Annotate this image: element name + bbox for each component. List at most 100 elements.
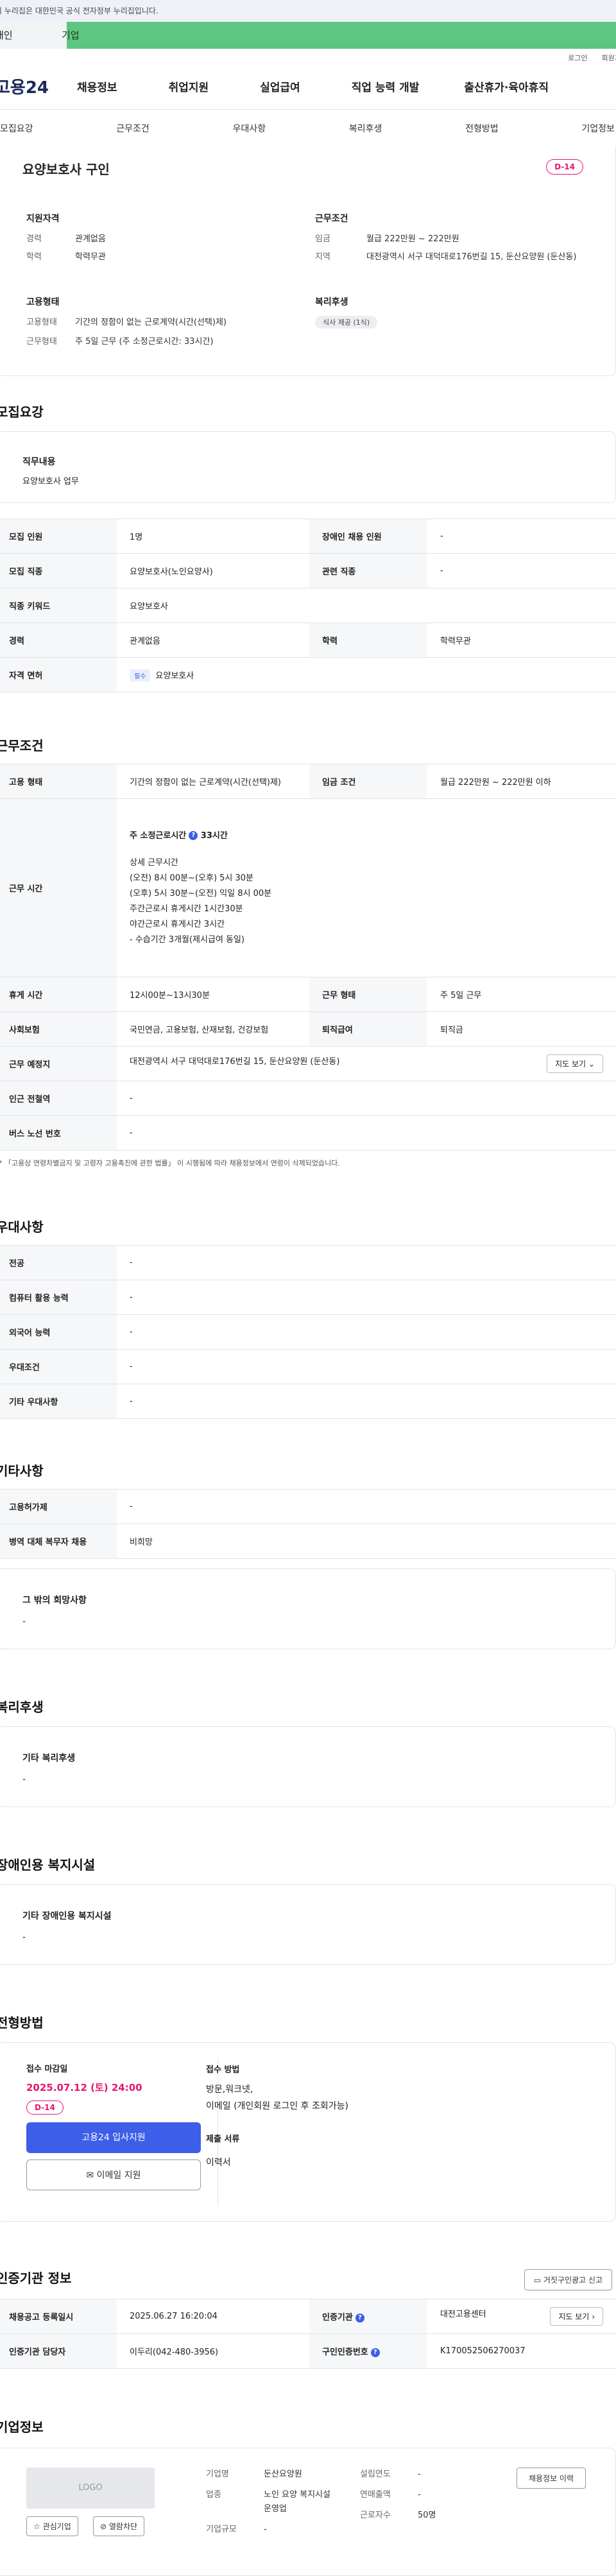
block-view-button[interactable]: ⊘ 열람차단	[93, 2516, 145, 2536]
star-icon: ☆	[33, 2522, 40, 2531]
disabled-facility-value: -	[22, 1932, 26, 1943]
education-key: 학력	[26, 252, 42, 262]
deadline-block: 접수 마감일 2025.07.12 (토) 24:00 D-14 고용24 입사…	[26, 2062, 201, 2190]
job-number-key: 구인인증번호?	[309, 2333, 427, 2369]
conditions-heading: 근무조건	[0, 738, 44, 753]
info-icon[interactable]: ?	[370, 2348, 380, 2357]
job-keyword-key: 직종 키워드	[0, 588, 117, 623]
chevron-down-icon: ⌄	[588, 1060, 595, 1069]
agency-map-button[interactable]: 지도 보기 ›	[550, 2307, 603, 2326]
section-anchor-nav: 모집요강 근무조건 우대사항 복리후생 전형방법 기업정보	[0, 109, 616, 148]
table-row: 채용공고 등록일시 2025.06.27 16:20:04 인증기관? 대전고용…	[0, 2299, 616, 2334]
false-ad-report-button[interactable]: ▭ 거짓구인광고 신고	[524, 2269, 612, 2290]
signup-link[interactable]: 회원가입	[602, 53, 616, 63]
location-key: 근무 예정지	[0, 1046, 117, 1081]
recruit-education-key: 학력	[309, 623, 427, 658]
pref-key: 전공	[0, 1245, 117, 1280]
employment-type-block: 고용형태 고용형태 기간의 정함이 없는 근로계약(시간(선택)제) 근무형태 주 …	[26, 295, 302, 349]
job-type-key: 모집 직종	[0, 553, 117, 588]
info-icon[interactable]: ?	[189, 831, 198, 840]
method-line: 이메일 (개인회원 로그인 후 조회가능)	[206, 2101, 348, 2111]
pref-value: -	[117, 1245, 616, 1280]
gov-banner: 이 누리집은 대한민국 공식 전자정부 누리집입니다.	[0, 0, 616, 22]
job-number-value: K170052506270037	[427, 2333, 616, 2369]
anchor-preference[interactable]: 우대사항	[232, 122, 268, 135]
job-history-button[interactable]: 채용정보 이력	[516, 2468, 586, 2489]
info-icon[interactable]: ?	[355, 2313, 364, 2323]
block-icon: ⊘	[100, 2522, 107, 2531]
anchor-recruit[interactable]: 모집요강	[0, 122, 35, 135]
pref-value: -	[117, 1384, 616, 1419]
selection-dday-badge: D-14	[26, 2100, 64, 2115]
other-wish-box: 그 밖의 희망사항 -	[0, 1568, 616, 1649]
reg-date-key: 채용공고 등록일시	[0, 2299, 117, 2334]
anchor-conditions[interactable]: 근무조건	[115, 122, 151, 135]
license-key: 자격 면허	[0, 657, 117, 692]
education-value: 학력무관	[75, 252, 106, 262]
site-logo[interactable]: 고용24	[0, 74, 77, 98]
other-heading: 기타사항	[0, 1463, 44, 1479]
preference-heading: 우대사항	[0, 1219, 44, 1235]
agency-heading: 인증기관 정보	[0, 2271, 72, 2286]
table-row: 경력 관계없음 학력 학력무관	[0, 623, 616, 658]
email-apply-button[interactable]: ✉ 이메일 지원	[26, 2160, 201, 2190]
region-row: 지역 대전광역시 서구 대덕대로176번길 15, 둔산요양원 (둔산동)	[315, 250, 597, 264]
anchor-selection[interactable]: 전형방법	[464, 122, 500, 135]
employment-type-value: 기간의 정함이 없는 근로계약(시간(선택)제)	[75, 318, 227, 327]
utility-menu: 로그인 회원가입	[0, 49, 616, 67]
company-name-key: 기업명	[206, 2469, 229, 2479]
table-row: 우대조건 -	[0, 1349, 616, 1384]
gnb-item-vocational-training[interactable]: 직업 능력 개발	[352, 78, 420, 94]
table-row: 인증기관 담당자 이두리(042-480-3956) 구인인증번호? K1700…	[0, 2333, 616, 2369]
revenue-row: 연매출액 -	[360, 2488, 436, 2502]
gnb-item-jobs[interactable]: 채용정보	[77, 78, 117, 94]
tab-company[interactable]: 기업	[62, 22, 616, 49]
subway-key: 인근 전철역	[0, 1081, 117, 1116]
gnb-item-parental-leave[interactable]: 출산휴가·육아휴직	[464, 78, 549, 94]
anchor-welfare[interactable]: 복리후생	[348, 122, 384, 135]
table-row: 컴퓨터 활용 능력 -	[0, 1280, 616, 1315]
disabled-facility-box: 기타 장애인용 복지시설 -	[0, 1884, 616, 1965]
other-wish-title: 그 밖의 희망사항	[22, 1595, 87, 1606]
hours-detail-title: 상세 근무시간	[130, 857, 178, 868]
hours-main-label: 주 소정근로시간	[130, 830, 187, 841]
table-row: 휴게 시간 12시00분~13시30분 근무 형태 주 5일 근무	[0, 977, 616, 1012]
job-type-value: 요양보호사(노인요양사)	[117, 553, 309, 588]
industry-row: 업종 노인 요양 복지시설 운영업	[206, 2488, 339, 2516]
agency-table: 채용공고 등록일시 2025.06.27 16:20:04 인증기관? 대전고용…	[0, 2299, 616, 2369]
license-value: 요양보호사	[155, 671, 194, 681]
user-type-tabs: 개인 기업	[0, 22, 616, 49]
login-link[interactable]: 로그인	[568, 53, 587, 63]
hours-main: 주 소정근로시간? 33시간	[130, 829, 603, 844]
dday-badge: D-14	[546, 159, 583, 175]
career-key: 경력	[26, 234, 42, 244]
agency-org-key-label: 인증기관	[322, 2313, 353, 2323]
bus-key: 버스 노선 번호	[0, 1115, 117, 1151]
tab-individual[interactable]: 개인	[0, 22, 67, 49]
job-summary-card: 요양보호사 구인 D-14 지원자격 경력 관계없음 학력 학력무관 고용형태 고용…	[0, 146, 616, 376]
gnb-item-unemployment-benefit[interactable]: 실업급여	[260, 78, 300, 94]
mail-icon: ✉	[86, 2170, 94, 2181]
duty-box: 직무내용 요양보호사 업무	[0, 431, 616, 503]
welfare-box-value: -	[22, 1774, 26, 1785]
disabled-count-key: 장애인 채용 인원	[309, 519, 427, 554]
welfare-summary-title: 복리후생	[315, 297, 348, 307]
related-job-key: 관련 직종	[309, 553, 427, 588]
pref-key: 외국어 능력	[0, 1314, 117, 1350]
map-button[interactable]: 지도 보기 ⌄	[547, 1054, 603, 1073]
docs-title: 제출 서류	[206, 2134, 240, 2144]
deadline-value: 2025.07.12 (토) 24:00	[26, 2082, 142, 2093]
career-row: 경력 관계없음	[26, 232, 296, 246]
interest-company-button[interactable]: ☆ 관심기업	[26, 2516, 78, 2536]
bus-value: -	[117, 1115, 616, 1151]
welfare-box: 기타 복리후생 -	[0, 1726, 616, 1807]
employees-row: 근로자수 50명	[360, 2509, 436, 2523]
table-row: 모집 인원 1명 장애인 채용 인원 -	[0, 519, 616, 554]
welfare-summary-block: 복리후생 식사 제공 (1식)	[315, 295, 378, 329]
other-value: -	[117, 1489, 616, 1524]
qualification-title: 지원자격	[26, 214, 60, 224]
apply-button[interactable]: 고용24 입사지원	[26, 2122, 201, 2153]
anchor-company[interactable]: 기업정보	[580, 122, 616, 135]
preference-table: 전공 - 컴퓨터 활용 능력 - 외국어 능력 - 우대조건 - 기타 우대사항 -	[0, 1245, 616, 1419]
gnb-item-employment-support[interactable]: 취업지원	[169, 78, 209, 94]
